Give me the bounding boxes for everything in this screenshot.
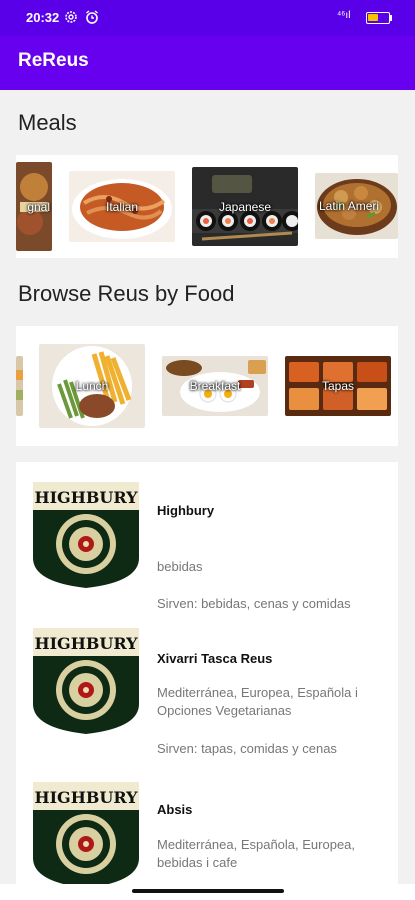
restaurant-item-highbury[interactable]: HIGHBURY Highbury bebidas Sirven: bebida… bbox=[16, 482, 398, 622]
restaurant-name: Highbury bbox=[157, 503, 215, 518]
restaurant-list[interactable]: HIGHBURY Highbury bebidas Sirven: bebida… bbox=[16, 462, 398, 892]
meals-carousel[interactable]: gnal Italian Japanese Latin Ameri bbox=[16, 155, 398, 258]
browse-card-tapas[interactable]: Tapas bbox=[285, 356, 391, 416]
browse-carousel[interactable]: Lunch Breakfast Tapas bbox=[16, 326, 398, 446]
app-title: ReReus bbox=[18, 50, 89, 71]
browse-card-breakfast[interactable]: Breakfast bbox=[162, 356, 268, 416]
system-nav-bar bbox=[0, 884, 415, 900]
restaurant-item-absis[interactable]: HIGHBURY Absis Mediterránea, Española, E… bbox=[16, 782, 398, 892]
app-bar: ReReus bbox=[0, 36, 415, 90]
status-time: 20:32 bbox=[26, 10, 60, 25]
restaurant-name: Xivarri Tasca Reus bbox=[157, 651, 273, 666]
restaurant-cuisine: Mediterránea, Europea, Española i Opcion… bbox=[157, 685, 358, 718]
meal-card-regional[interactable]: gnal bbox=[16, 162, 52, 251]
restaurant-cuisine: Mediterránea, Española, Europea, bebidas… bbox=[157, 837, 356, 870]
restaurant-logo: HIGHBURY bbox=[32, 628, 140, 734]
meals-section-title: Meals bbox=[18, 110, 77, 135]
browse-card-lunch[interactable]: Lunch bbox=[39, 344, 145, 428]
meal-card-italian[interactable]: Italian bbox=[69, 171, 175, 242]
battery-cap bbox=[390, 15, 392, 21]
home-indicator[interactable] bbox=[132, 889, 284, 893]
settings-icon bbox=[65, 11, 77, 23]
meal-card-latin-american[interactable]: Latin Ameri bbox=[315, 173, 398, 239]
alarm-icon bbox=[86, 10, 98, 24]
browse-card-partial[interactable] bbox=[16, 356, 23, 416]
meal-card-label: Italian bbox=[105, 199, 139, 214]
meal-card-label: Japanese bbox=[218, 199, 272, 214]
battery-level bbox=[368, 14, 378, 21]
restaurant-logo: HIGHBURY bbox=[32, 782, 140, 888]
partial-food-image bbox=[16, 356, 23, 416]
browse-card-label: Lunch bbox=[75, 379, 109, 393]
browse-card-label: Breakfast bbox=[189, 379, 241, 393]
restaurant-item-xivarri[interactable]: HIGHBURY Xivarri Tasca Reus Mediterránea… bbox=[16, 628, 398, 768]
meal-card-label: gnal bbox=[27, 199, 50, 214]
restaurant-name: Absis bbox=[157, 802, 193, 817]
battery-icon bbox=[366, 12, 390, 24]
logo-text: HIGHBURY bbox=[34, 634, 138, 653]
logo-text: HIGHBURY bbox=[34, 788, 138, 807]
meal-card-label: Latin Ameri bbox=[319, 199, 380, 213]
restaurant-serves: Sirven: bebidas, cenas y comidas bbox=[157, 596, 351, 611]
restaurant-cuisine: bebidas bbox=[157, 559, 203, 574]
browse-card-label: Tapas bbox=[321, 379, 355, 393]
status-bar: 20:32 ⁴⁶ıl bbox=[0, 0, 415, 36]
signal-indicator: ⁴⁶ıl bbox=[337, 10, 351, 21]
logo-text: HIGHBURY bbox=[34, 488, 138, 507]
restaurant-logo: HIGHBURY bbox=[32, 482, 140, 588]
browse-section-title: Browse Reus by Food bbox=[18, 281, 235, 306]
restaurant-serves: Sirven: tapas, comidas y cenas bbox=[157, 741, 337, 756]
meal-card-japanese[interactable]: Japanese bbox=[192, 167, 298, 246]
